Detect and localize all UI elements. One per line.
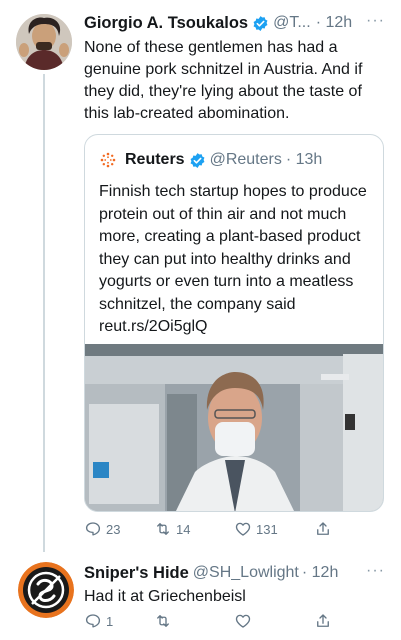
quoted-tweet-text: Finnish tech startup hopes to produce pr…	[99, 183, 367, 335]
quoted-tweet-header: Reuters @Reuters · 13h	[99, 149, 322, 171]
quoted-author-name[interactable]: Reuters	[125, 151, 185, 169]
tweet-text: None of these gentlemen has had a genuin…	[84, 39, 363, 122]
heart-icon	[235, 614, 251, 628]
quoted-timestamp[interactable]: · 13h	[286, 151, 322, 169]
author-name[interactable]: Giorgio A. Tsoukalos	[84, 14, 248, 33]
author-name[interactable]: Sniper's Hide	[84, 564, 189, 583]
quoted-author-handle[interactable]: @Reuters	[210, 151, 282, 169]
reply-button[interactable]: 23	[84, 520, 154, 538]
verified-badge-icon	[252, 15, 269, 32]
share-icon	[317, 614, 329, 627]
retweet-button[interactable]	[154, 612, 234, 630]
reply-count: 1	[106, 613, 114, 629]
retweet-icon	[157, 523, 169, 535]
retweet-count: 14	[176, 521, 191, 537]
reply-icon	[85, 614, 101, 628]
quoted-tweet[interactable]: Reuters @Reuters · 13h Finnish tech star…	[84, 134, 384, 512]
timestamp[interactable]: · 12h	[316, 14, 352, 32]
reply-button[interactable]: 1	[84, 612, 154, 630]
like-count: 131	[256, 521, 278, 537]
author-handle[interactable]: @SH_Lowlight	[193, 564, 299, 582]
more-dots-icon[interactable]: ···	[366, 12, 385, 30]
tweet-actions: 1	[84, 612, 385, 630]
share-button[interactable]	[314, 520, 336, 538]
tweet-actions: 23 14 131	[84, 520, 385, 538]
retweet-icon	[157, 615, 169, 627]
more-dots-icon[interactable]: ···	[366, 562, 385, 580]
share-icon	[317, 522, 329, 535]
reuters-logo-icon	[99, 151, 117, 169]
avatar[interactable]	[18, 562, 74, 618]
tweet-text: Had it at Griechenbeisl	[84, 588, 246, 605]
like-button[interactable]: 131	[234, 520, 314, 538]
tweet-header: Sniper's Hide @SH_Lowlight · 12h	[84, 562, 391, 584]
author-handle[interactable]: @T...	[273, 14, 311, 32]
share-button[interactable]	[314, 612, 336, 630]
reply-count: 23	[106, 521, 121, 537]
like-button[interactable]	[234, 612, 314, 630]
avatar[interactable]	[16, 14, 72, 70]
retweet-button[interactable]: 14	[154, 520, 234, 538]
tweet-header: Giorgio A. Tsoukalos @T... · 12h	[84, 12, 391, 34]
quoted-tweet-media[interactable]	[85, 344, 383, 511]
reply-icon	[85, 522, 101, 536]
verified-badge-icon	[189, 152, 206, 169]
tweet[interactable]: Giorgio A. Tsoukalos @T... · 12h ··· Non…	[0, 0, 401, 552]
timestamp[interactable]: · 12h	[302, 564, 338, 582]
heart-icon	[235, 522, 251, 536]
